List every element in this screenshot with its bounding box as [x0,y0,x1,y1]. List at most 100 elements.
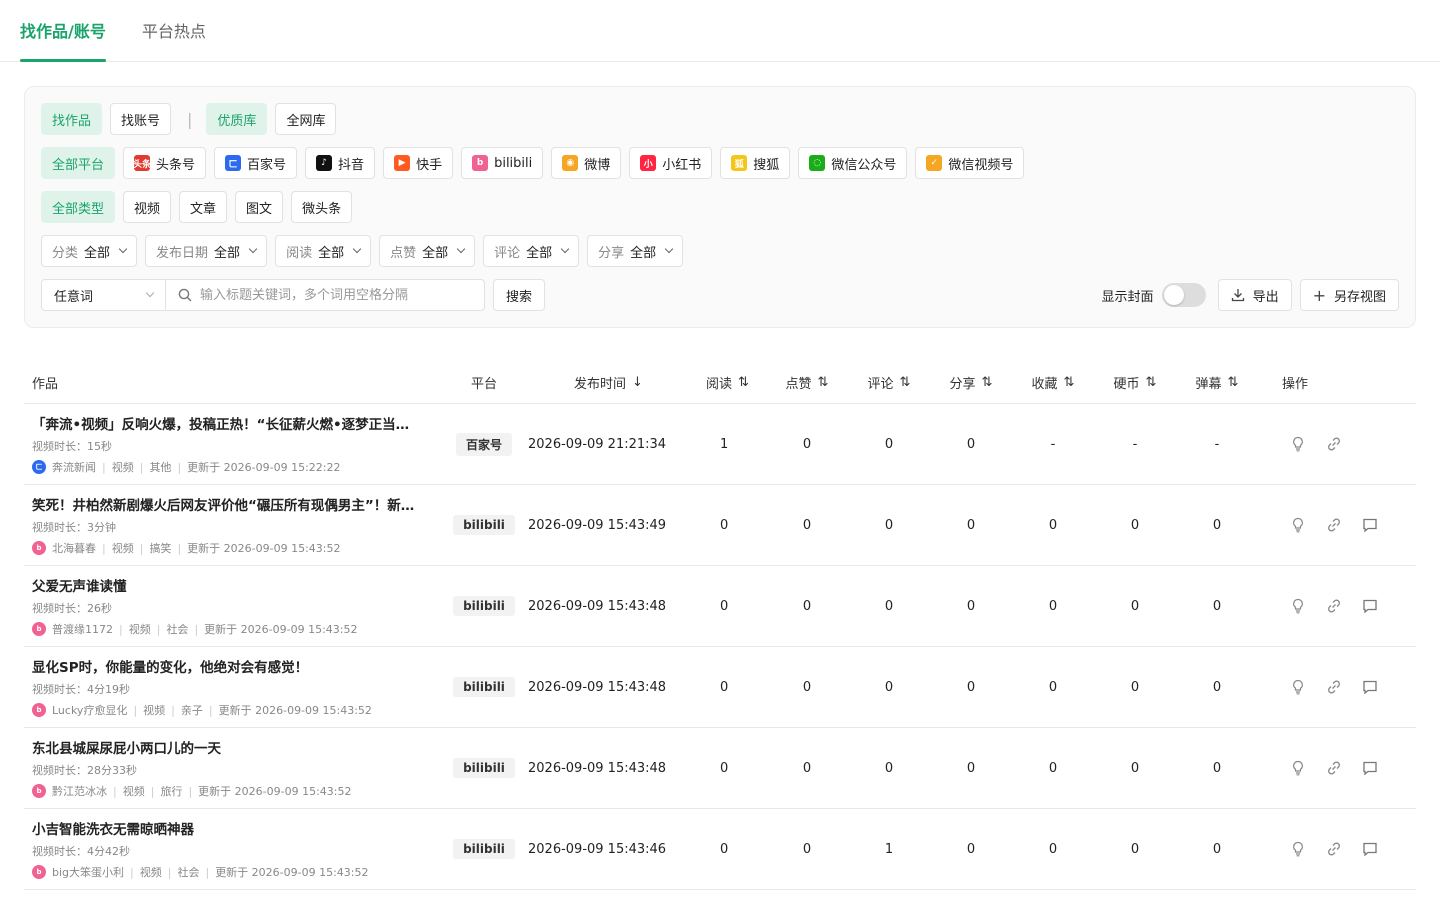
publish-time: 2026-09-09 21:21:34 [528,436,667,452]
find-works-chip[interactable]: 找作品 [41,103,103,135]
work-title[interactable]: 小吉智能洗衣无需晾晒神器 [32,818,432,838]
works-table: 作品 平台 发布时间 ↓ 阅读 ⇅ 点赞 ⇅ 评论 ⇅ 分享 ⇅ 收藏 ⇅ 硬币 ⇅ 弹幕 ⇅ … [24,362,1416,890]
header-read[interactable]: 阅读 ⇅ [694,373,766,392]
platform-chip-toutiao[interactable]: 头条 头条号 [123,147,207,179]
search-input[interactable] [200,287,470,303]
platform-chip-weibo[interactable]: ◉ 微博 [551,147,622,179]
platform-chip-wechat-channels[interactable]: ✓ 微信视频号 [915,147,1025,179]
platform-chip-bilibili[interactable]: b bilibili [461,147,544,179]
comment-count: 0 [884,679,894,695]
tab-platform-hotspots[interactable]: 平台热点 [142,0,206,61]
find-accounts-chip[interactable]: 找账号 [110,103,172,135]
work-title[interactable]: 笑死！井柏然新剧爆火后网友评价他“碾压所有现偶男主”！新… [32,494,432,514]
sort-desc-icon: ↓ [632,375,643,390]
platform-badge: 百家号 [455,432,512,456]
header-share[interactable]: 分享 ⇅ [930,373,1012,392]
author-name[interactable]: 普渡缘1172 [52,621,113,637]
platform-chip-wechat-mp[interactable]: ◌ 微信公众号 [798,147,908,179]
work-duration: 视频时长：3分钟 [32,521,116,534]
lightbulb-icon[interactable] [1288,758,1308,778]
quality-lib-chip[interactable]: 优质库 [206,103,268,135]
like-count: 0 [802,841,812,857]
link-icon[interactable] [1324,677,1344,697]
search-button[interactable]: 搜索 [493,279,546,311]
dropdown-value: 全部 [526,245,553,261]
dropdown-key: 阅读 [286,245,313,261]
header-like[interactable]: 点赞 ⇅ [766,373,848,392]
filter-dropdown-2[interactable]: 阅读 全部 [275,235,372,267]
platform-chip-kuaishou[interactable]: ▶ 快手 [383,147,454,179]
coin-count: 0 [1130,841,1140,857]
author-name[interactable]: 黔江范冰冰 [52,783,107,799]
work-duration: 视频时长：26秒 [32,602,112,615]
lightbulb-icon[interactable] [1288,839,1308,859]
platform-chip-douyin[interactable]: ♪ 抖音 [305,147,376,179]
type-micro-post-chip[interactable]: 微头条 [291,191,353,223]
author-name[interactable]: Lucky疗愈显化 [52,702,127,718]
link-icon[interactable] [1324,596,1344,616]
filter-dropdown-4[interactable]: 评论 全部 [483,235,580,267]
platform-chip-label: 微信公众号 [831,157,897,173]
fav-count: - [1050,436,1056,452]
like-count: 0 [802,679,812,695]
search-scope-select[interactable]: 任意词 [42,280,166,310]
comment-icon[interactable] [1360,596,1380,616]
header-publish-time[interactable]: 发布时间 ↓ [524,373,694,392]
header-coin[interactable]: 硬币 ⇅ [1094,373,1176,392]
work-title[interactable]: 东北县城屎尿屁小两口儿的一天 [32,737,432,757]
header-comment[interactable]: 评论 ⇅ [848,373,930,392]
danmaku-count: 0 [1212,679,1222,695]
author-name[interactable]: 奔流新闻 [52,459,96,475]
type-image-text-chip[interactable]: 图文 [235,191,284,223]
platform-chip-xiaohongshu[interactable]: 小小红书 [629,147,713,179]
save-view-button[interactable]: + 另存视图 [1299,279,1399,311]
work-duration: 视频时长：15秒 [32,440,112,453]
export-button[interactable]: 导出 [1217,279,1292,311]
right-tools: 显示封面 导出 + 另存视图 [1102,279,1399,311]
ops-cell [1258,839,1396,859]
ops-cell [1258,758,1396,778]
comment-icon[interactable] [1360,677,1380,697]
comment-icon[interactable] [1360,758,1380,778]
author-name[interactable]: big大笨蛋小利 [52,864,124,880]
lightbulb-icon[interactable] [1288,434,1308,454]
type-video-chip[interactable]: 视频 [123,191,172,223]
author-name[interactable]: 北海暮春 [52,540,96,556]
link-icon[interactable] [1324,758,1344,778]
work-meta: b Lucky疗愈显化 | 视频 | 亲子 | 更新于 2026-09-09 15:43:52 [32,702,444,718]
lightbulb-icon[interactable] [1288,677,1308,697]
full-lib-chip[interactable]: 全网库 [275,103,337,135]
platform-chip-sohu[interactable]: 狐搜狐 [720,147,791,179]
link-icon[interactable] [1324,434,1344,454]
dropdown-key: 评论 [494,245,521,261]
work-title[interactable]: 显化SP时，你能量的变化，他绝对会有感觉！ [32,656,432,676]
comment-icon[interactable] [1360,515,1380,535]
link-icon[interactable] [1324,515,1344,535]
tab-find-works-accounts[interactable]: 找作品/账号 [20,0,106,62]
work-title[interactable]: 「奔流•视频」反响火爆，投稿正热！“长征薪火燃•逐梦正当… [32,413,432,433]
lightbulb-icon[interactable] [1288,515,1308,535]
filter-dropdown-1[interactable]: 发布日期 全部 [145,235,268,267]
filter-dropdown-0[interactable]: 分类 全部 [41,235,138,267]
filter-dropdown-5[interactable]: 分享 全部 [587,235,684,267]
platform-chip-baijiahao[interactable]: ㄈ百家号 [214,147,298,179]
meta-divider: | [119,622,123,636]
table-row: 笑死！井柏然新剧爆火后网友评价他“碾压所有现偶男主”！新… 视频时长：3分钟 b 北海… [24,485,1416,566]
filter-dropdown-3[interactable]: 点赞 全部 [379,235,476,267]
all-types-chip[interactable]: 全部类型 [41,191,116,223]
link-icon[interactable] [1324,839,1344,859]
type-article-chip[interactable]: 文章 [179,191,228,223]
work-title[interactable]: 父爱无声谁读懂 [32,575,432,595]
comment-icon[interactable] [1360,839,1380,859]
show-cover-toggle[interactable] [1161,283,1206,307]
meta-divider: | [113,784,117,798]
dropdown-key: 分类 [52,245,79,261]
header-favorite[interactable]: 收藏 ⇅ [1012,373,1094,392]
work-kind: 视频 [111,542,134,555]
work-kind: 视频 [128,623,151,636]
all-platforms-chip[interactable]: 全部平台 [41,147,116,179]
header-danmaku[interactable]: 弹幕 ⇅ [1176,373,1258,392]
lightbulb-icon[interactable] [1288,596,1308,616]
work-category: 社会 [166,623,189,636]
meta-divider: | [208,703,213,717]
